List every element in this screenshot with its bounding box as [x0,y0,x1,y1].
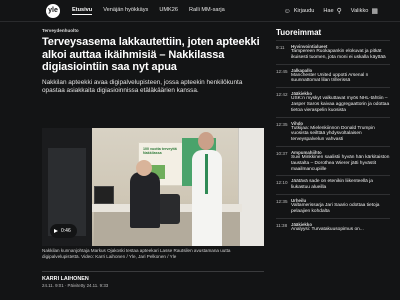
news-time: 11:38 [276,222,288,228]
article-header: Terveydenhuolto Terveysasema lakkautetti… [42,28,264,95]
poster-text: 100 vuotta terveyttä Nakkilassa [143,147,177,156]
menu-button[interactable]: Valikko ▦ [351,8,378,15]
nav-item-venajan-hyokkays[interactable]: Venäjän hyökkäys [103,7,148,15]
news-time: 10:37 [276,150,288,156]
news-item[interactable]: 12:42 Jääkiekko USK:n myskyt valkuttavat … [276,87,390,116]
article-author[interactable]: KARRI LAIHONEN [42,271,264,282]
news-title: Tutkijaa: Mielenkiinnon Donald Trumpin v… [291,125,375,143]
news-title: Tampereen Ruokapankin elokuvat ja pitkät… [291,49,386,60]
article-headline: Terveysasema lakkautettiin, joten apteek… [42,36,260,73]
news-time: 12:35 [276,198,288,204]
news-item[interactable]: 11:38 Jääkiekko Analyysi: Turvatakuusopim… [276,217,390,236]
news-time: 12:42 [276,92,288,98]
news-item[interactable]: 12:35 Urheilu Valtamerissarja Jari Saario… [276,193,390,218]
news-title: Analyysi: Turvatakuusopimus on... [291,226,364,232]
news-time: 9:11 [276,45,285,50]
news-item[interactable]: 12:35 Vihdo Tutkijaa: Mielenkiinnon Donal… [276,116,390,146]
article-kicker[interactable]: Terveydenhuolto [42,28,264,33]
nav-item-etusivu[interactable]: Etusivu [72,7,93,15]
news-item[interactable]: 12:10 Jäätävä sade on etenikin liikentee… [276,175,390,194]
play-icon [54,229,58,233]
monitor [94,186,114,204]
search-label: Hae [323,8,334,14]
nav-right: ☺ Kirjaudu Hae ⚲ Valikko ▦ [284,0,378,22]
nav-item-ralli[interactable]: Ralli MM-sarja [189,7,225,15]
grid-menu-icon: ▦ [371,7,378,15]
news-title: Jäätävä sade on etenikin liikenteellä ja… [291,179,373,191]
yle-logo[interactable]: yle [46,3,60,18]
news-item[interactable]: 10:37 Ampumahiihto Suvi Minkkinen saalist… [276,145,390,175]
news-title: USK:n myskyt valkuttavat myös NHL-tähtii… [291,96,390,113]
video-play-button[interactable]: 0:46 [50,224,77,238]
menu-label: Valikko [350,8,369,14]
user-icon: ☺ [283,7,291,15]
article-lead: Nakkilan apteekki avaa digipalvelupistee… [42,78,243,94]
top-navigation: yle Etusivu Venäjän hyökkäys UMK26 Ralli… [0,0,400,22]
seated-person [130,172,160,228]
news-time: 12:35 [276,121,288,127]
news-item[interactable]: 9:11 Hyvinvointialueet Tampereen Ruokapan… [276,40,390,64]
login-label: Kirjaudu [293,8,315,14]
news-title: Manchester United uppotti Arsenal n suun… [291,72,369,84]
video-duration: 0:46 [61,228,71,234]
video-caption: Nakkilan kunnanjohtaja Markus Ojakoski t… [42,248,231,259]
login-button[interactable]: ☺ Kirjaudu [284,8,315,15]
news-item[interactable]: 12:45 Jalkapallo Manchester United uppott… [276,63,390,88]
search-button[interactable]: Hae ⚲ [323,8,341,15]
news-time: 12:10 [276,180,288,186]
article-dates: 24.11. 9:01 · Päivitetty 24.11. 9:33 [42,283,109,288]
news-title: Suvi Minkkinen saalistii hyvän hän kärki… [291,154,390,172]
main-nav: Etusivu Venäjän hyökkäys UMK26 Ralli MM-… [72,7,225,15]
search-icon: ⚲ [336,7,342,15]
news-time: 12:45 [276,68,288,74]
latest-news-sidebar: Tuoreimmat 9:11 Hyvinvointialueet Tampere… [276,28,390,235]
nav-item-umk26[interactable]: UMK26 [159,7,178,15]
news-title: Valtamerissarja Jari Saario odottaa tiet… [291,202,380,214]
sidebar-title: Tuoreimmat [276,28,322,37]
